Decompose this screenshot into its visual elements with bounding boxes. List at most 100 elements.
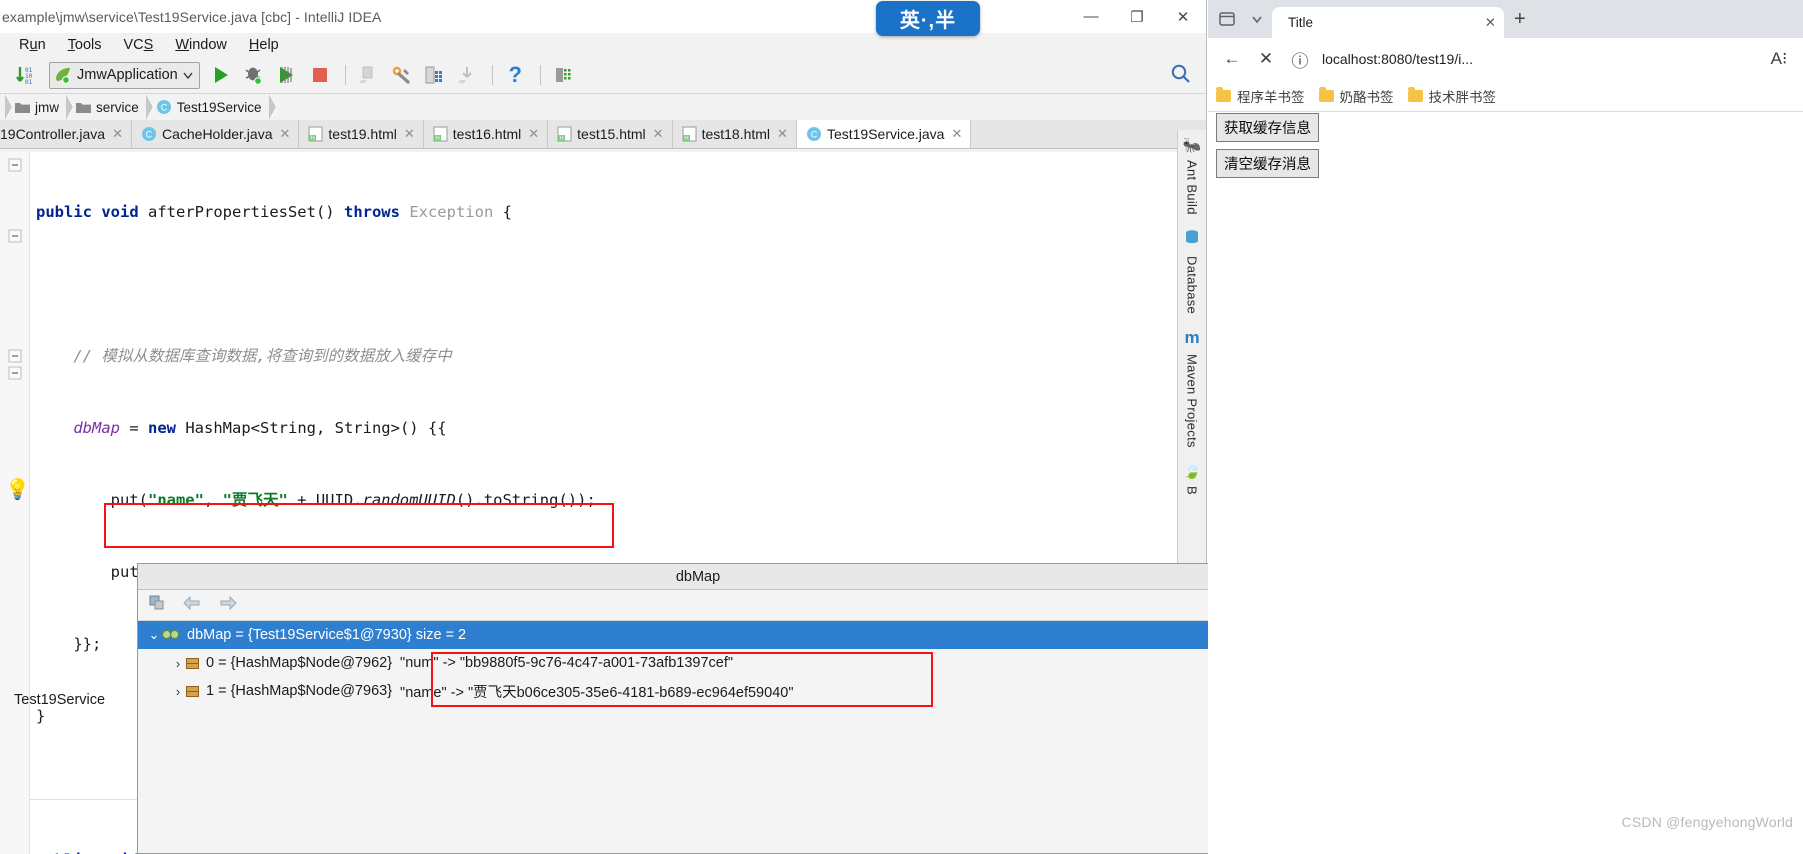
watch-icon (161, 627, 180, 644)
copy-value-icon[interactable] (148, 594, 166, 617)
debug-icon[interactable] (239, 61, 270, 89)
bookmark-item-1[interactable]: 奶酪书签 (1318, 86, 1394, 106)
chevron-right-icon[interactable]: › (170, 684, 186, 699)
browser-tab-strip: Title ✕ + (1208, 0, 1803, 38)
editor-tab-cacheholder[interactable]: C CacheHolder.java ✕ (131, 120, 300, 148)
close-icon[interactable]: ✕ (653, 126, 664, 142)
tool-window-b[interactable]: B (1185, 486, 1200, 495)
browser-tab-title: Title (1288, 15, 1314, 30)
dbmap-popup-title: dbMap (138, 564, 1258, 590)
chevron-down-icon[interactable]: ⌄ (146, 627, 162, 643)
maximize-icon[interactable]: ❐ (1114, 0, 1160, 33)
browser-tab[interactable]: Title ✕ (1272, 7, 1504, 38)
ime-indicator-badge[interactable]: 英·,半 (876, 1, 980, 36)
database-console-icon[interactable] (548, 61, 579, 89)
get-cache-info-button[interactable]: 获取缓存信息 (1216, 113, 1319, 142)
close-icon[interactable]: ✕ (1160, 0, 1206, 33)
breadcrumb: jmw service C Test19Service (0, 94, 1206, 120)
tool-window-database[interactable]: Database (1185, 256, 1200, 314)
window-title-bar: example\jmw\service\Test19Service.java [… (0, 0, 1206, 36)
editor-tab-test16html[interactable]: H test16.html ✕ (423, 120, 549, 148)
close-icon[interactable]: ✕ (1485, 15, 1496, 31)
editor-tab-test15html[interactable]: H test15.html ✕ (548, 120, 673, 148)
bookmark-label: 程序羊书签 (1237, 89, 1305, 105)
sort-numeric-icon[interactable]: 01 10 01 (10, 61, 41, 89)
run-with-coverage-icon[interactable] (272, 61, 303, 89)
navigate-forward-icon[interactable] (218, 595, 238, 616)
editor-tab-label: Test19Service.java (826, 126, 945, 142)
dbmap-tree-entry-0[interactable]: › 0 = {HashMap$Node@7962} "num" -> "bb98… (138, 649, 1258, 677)
chevron-down-icon[interactable] (1242, 12, 1272, 26)
menu-item-vcs[interactable]: VCS (113, 37, 165, 53)
breadcrumb-item-jmw[interactable]: jmw (11, 100, 65, 115)
clear-cache-button[interactable]: 清空缓存消息 (1216, 149, 1319, 178)
close-icon[interactable]: ✕ (112, 126, 123, 142)
editor-tab-test19html[interactable]: H test19.html ✕ (299, 120, 424, 148)
code-line-5: put("name", "贾飞天" + UUID.randomUUID().to… (110, 491, 596, 509)
close-icon[interactable]: ✕ (528, 126, 539, 142)
breadcrumb-item-service[interactable]: service (72, 100, 145, 115)
project-structure-icon[interactable] (419, 61, 450, 89)
bookmark-label: 奶酪书签 (1339, 89, 1394, 105)
new-tab-button[interactable]: + (1514, 8, 1526, 31)
close-icon[interactable]: ✕ (951, 126, 962, 142)
chrome-browser-window: Title ✕ + ← ✕ ⓘ localhost:8080/test19/i.… (1208, 0, 1803, 854)
fold-marker-icon (8, 366, 22, 380)
editor-gutter[interactable]: 💡 (0, 152, 30, 854)
close-icon[interactable]: ✕ (279, 126, 290, 142)
html-file-icon: H (682, 126, 697, 142)
dbmap-root-label: dbMap = {Test19Service$1@7930} size = 2 (187, 627, 467, 643)
help-icon[interactable]: ? (500, 61, 531, 89)
menu-item-run[interactable]: Run (8, 37, 57, 53)
editor-tab-test19service[interactable]: C Test19Service.java ✕ (796, 120, 972, 148)
close-icon[interactable]: ✕ (777, 126, 788, 142)
bookmark-item-0[interactable]: 程序羊书签 (1216, 86, 1305, 106)
svg-text:C: C (161, 103, 168, 113)
navigate-back-icon[interactable] (182, 595, 202, 616)
dbmap-tree-entry-1[interactable]: › 1 = {HashMap$Node@7963} "name" -> "贾飞天… (138, 677, 1258, 705)
java-class-icon: C (141, 126, 157, 142)
html-file-icon: H (557, 126, 572, 142)
folder-icon (1216, 86, 1231, 102)
minimize-icon[interactable]: — (1068, 0, 1114, 33)
window-title: example\jmw\service\Test19Service.java [… (2, 8, 382, 25)
folder-icon (15, 102, 30, 113)
tool-window-ant-build[interactable]: Ant Build (1185, 160, 1200, 215)
attach-debugger-icon[interactable] (452, 61, 483, 89)
menu-item-tools[interactable]: Tools (57, 37, 113, 53)
settings-icon[interactable] (386, 61, 417, 89)
folder-icon (76, 102, 91, 113)
menu-item-window[interactable]: Window (164, 37, 238, 53)
breadcrumb-item-test19service[interactable]: C Test19Service (152, 99, 268, 115)
address-bar[interactable]: localhost:8080/test19/i... (1318, 44, 1761, 74)
editor-tab-19controller[interactable]: 19Controller.java ✕ (0, 120, 132, 148)
breadcrumb-label: service (96, 99, 139, 115)
site-info-icon[interactable]: ⓘ (1284, 43, 1316, 75)
folder-icon (1318, 86, 1334, 102)
intention-bulb-icon[interactable]: 💡 (5, 477, 30, 502)
bookmark-item-2[interactable]: 技术胖书签 (1407, 86, 1496, 106)
main-toolbar: 01 10 01 JmwApplication ? (0, 57, 1206, 94)
key-icon (186, 685, 199, 697)
tab-search-icon[interactable] (1212, 10, 1242, 28)
tool-window-maven-projects[interactable]: Maven Projects (1185, 354, 1200, 448)
chevron-right-icon[interactable]: › (170, 656, 186, 671)
close-icon[interactable]: ✕ (404, 126, 415, 142)
html-file-icon: H (433, 126, 448, 142)
dbmap-tree-root[interactable]: ⌄ dbMap = {Test19Service$1@7930} size = … (138, 621, 1258, 649)
svg-text:01: 01 (25, 79, 33, 85)
watermark: CSDN @fengyehongWorld (1621, 814, 1793, 830)
editor-tab-test18html[interactable]: H test18.html ✕ (672, 120, 797, 148)
stop-loading-button[interactable]: ✕ (1250, 43, 1282, 75)
menu-item-help[interactable]: Help (238, 37, 290, 53)
translate-icon[interactable]: A⁝ (1763, 43, 1795, 75)
run-icon[interactable] (206, 61, 237, 89)
stop-icon[interactable] (305, 61, 336, 89)
update-application-icon[interactable] (353, 61, 384, 89)
dbmap-inspect-popup[interactable]: dbMap ⌄ dbMap = {Test19Service$1@7930} s… (137, 563, 1259, 854)
back-button[interactable]: ← (1216, 43, 1248, 75)
search-everywhere-icon[interactable] (1170, 63, 1192, 90)
run-configuration-selector[interactable]: JmwApplication (49, 61, 200, 89)
svg-text:H: H (311, 136, 315, 142)
toolbar-separator-3 (539, 65, 541, 85)
